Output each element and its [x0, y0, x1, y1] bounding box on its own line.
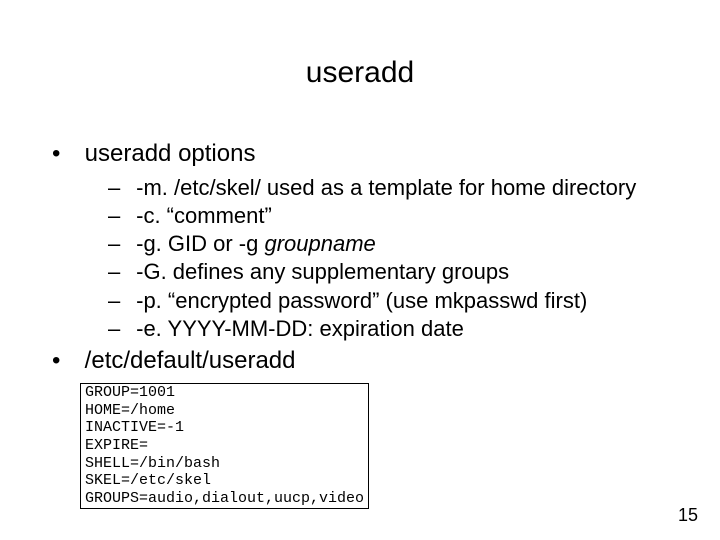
option-c-text: -c. “comment”: [136, 203, 272, 228]
bullet-default-file-label: /etc/default/useradd: [85, 347, 296, 374]
bullet-options: useradd options: [54, 140, 680, 168]
slide: useradd useradd options -m. /etc/skel/ u…: [0, 0, 720, 540]
option-capital-g: -G. defines any supplementary groups: [108, 258, 680, 286]
option-e-text: -e. YYYY-MM-DD: expiration date: [136, 316, 464, 341]
option-p-text: -p. “encrypted password” (use mkpasswd f…: [136, 288, 587, 313]
option-m-text: -m. /etc/skel/ used as a template for ho…: [136, 175, 636, 200]
option-p: -p. “encrypted password” (use mkpasswd f…: [108, 287, 680, 315]
option-c: -c. “comment”: [108, 202, 680, 230]
option-g-text: -g. GID or -g: [136, 231, 264, 256]
option-m: -m. /etc/skel/ used as a template for ho…: [108, 174, 680, 202]
config-box: GROUP=1001 HOME=/home INACTIVE=-1 EXPIRE…: [80, 383, 369, 509]
option-capital-g-text: -G. defines any supplementary groups: [136, 259, 509, 284]
option-g-italic: groupname: [264, 231, 375, 256]
option-e: -e. YYYY-MM-DD: expiration date: [108, 315, 680, 343]
bullet-options-label: useradd options: [85, 140, 256, 167]
slide-body: useradd options -m. /etc/skel/ used as a…: [54, 140, 680, 509]
slide-title: useradd: [0, 56, 720, 90]
page-number: 15: [678, 505, 698, 526]
option-g: -g. GID or -g groupname: [108, 230, 680, 258]
bullet-default-file: /etc/default/useradd: [54, 347, 680, 375]
options-list: -m. /etc/skel/ used as a template for ho…: [54, 174, 680, 343]
